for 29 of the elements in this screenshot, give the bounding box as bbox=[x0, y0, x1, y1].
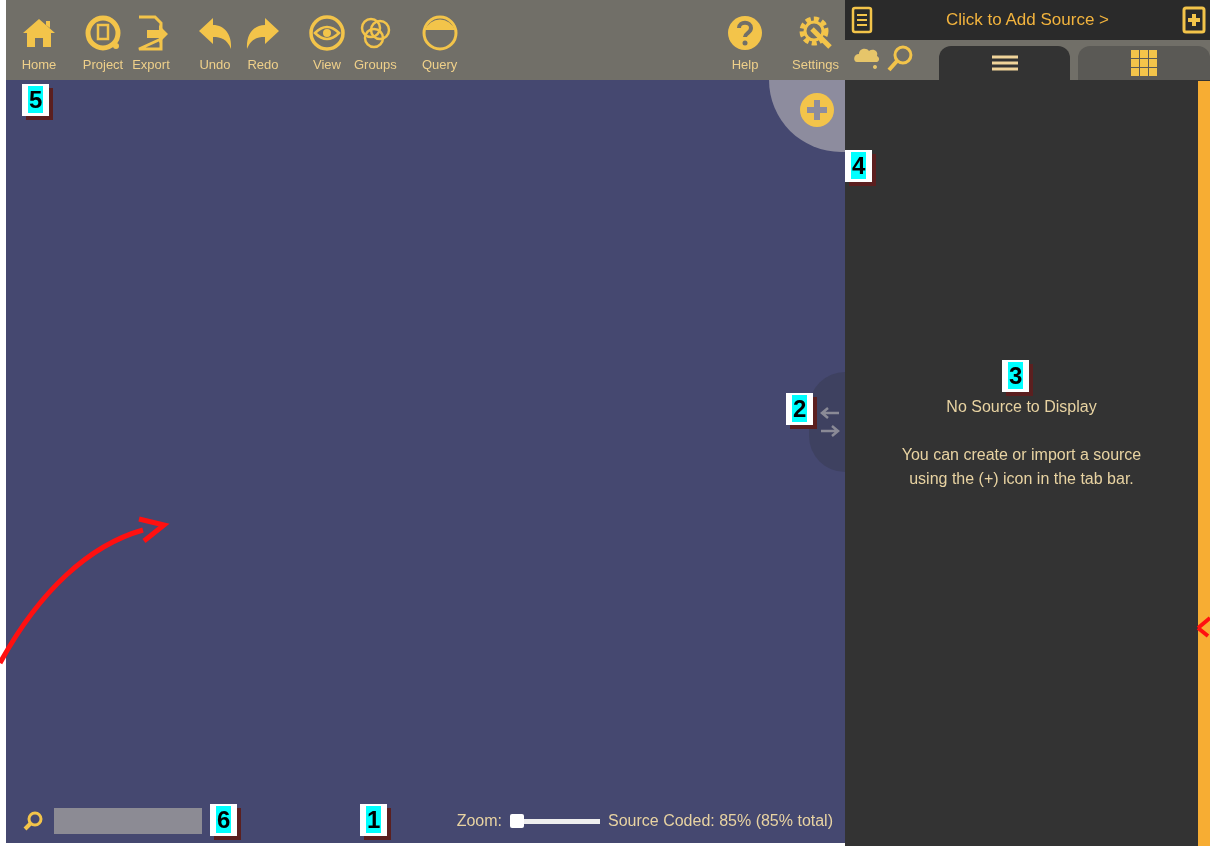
curved-arrow bbox=[1196, 616, 1210, 638]
grid-icon bbox=[1131, 50, 1158, 76]
source-coded-text: Source Coded: 85% (85% total) bbox=[608, 811, 833, 831]
home-button[interactable]: Home bbox=[18, 12, 60, 74]
undo-button[interactable]: Undo bbox=[194, 12, 236, 74]
arrow-right-icon bbox=[819, 424, 841, 438]
view-button[interactable]: View bbox=[306, 12, 348, 74]
empty-title: No Source to Display bbox=[946, 397, 1097, 417]
add-document-icon[interactable] bbox=[1182, 6, 1206, 34]
arrow-left-icon bbox=[819, 406, 841, 420]
search-field[interactable] bbox=[54, 808, 202, 834]
search-icon bbox=[22, 810, 44, 832]
cloud-icon[interactable] bbox=[853, 46, 881, 72]
query-button[interactable]: Query bbox=[418, 12, 461, 74]
grid-view-tab[interactable] bbox=[1078, 46, 1210, 80]
document-list-icon[interactable] bbox=[851, 6, 873, 34]
empty-message: You can create or import a source using the (+) icon in the tab bar. bbox=[900, 445, 1143, 489]
menu-icon bbox=[991, 55, 1018, 71]
settings-button[interactable]: Settings bbox=[792, 12, 839, 74]
zoom-label: Zoom: bbox=[456, 811, 502, 831]
redo-button[interactable]: Redo bbox=[242, 12, 284, 74]
help-button[interactable]: Help bbox=[724, 12, 766, 74]
export-button[interactable]: Export bbox=[130, 12, 172, 74]
eye-icon bbox=[307, 12, 347, 53]
slider-thumb[interactable] bbox=[510, 814, 524, 828]
plus-circle-icon bbox=[799, 92, 835, 128]
project-button[interactable]: Project bbox=[82, 12, 124, 74]
list-view-tab[interactable] bbox=[938, 46, 1071, 80]
groups-button[interactable]: Groups bbox=[354, 12, 397, 74]
